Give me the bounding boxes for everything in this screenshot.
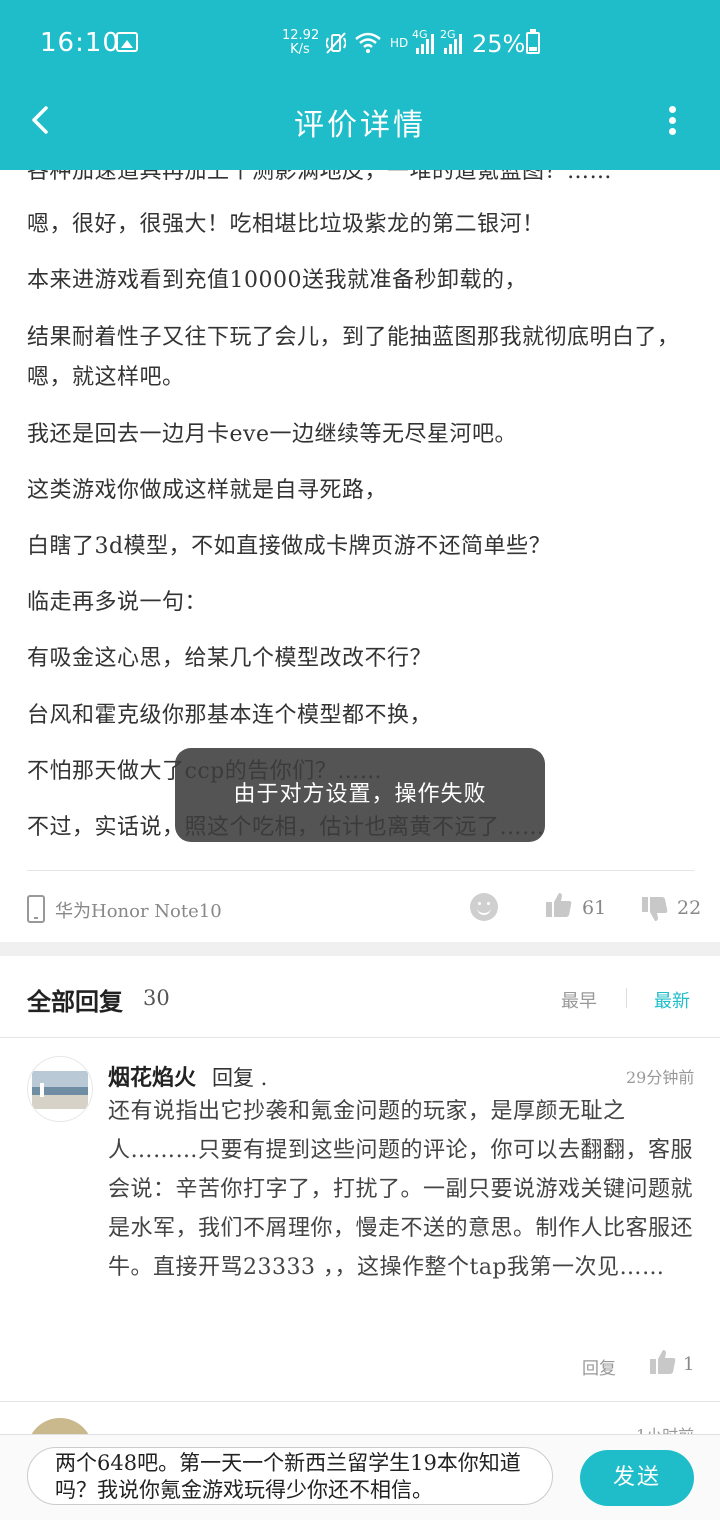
signal-1-icon xyxy=(416,34,434,54)
compose-bar: 两个648吧。第一天一个新西兰留学生19本你知道吗？我说你氪金游戏玩得少你还不相… xyxy=(0,1434,720,1520)
network-rate: 12.92 K/s xyxy=(282,28,320,57)
network-rate-unit: K/s xyxy=(290,42,310,57)
reply-time: 29分钟前 xyxy=(626,1068,695,1087)
reply-button[interactable]: 回复 xyxy=(582,1354,616,1379)
battery-percent: 25% xyxy=(472,30,526,58)
wifi-icon xyxy=(355,32,381,53)
reply-content: 还有说指出它抄袭和氪金问题的玩家，是厚颜无耻之人………只要有提到这些问题的评论，… xyxy=(108,1099,694,1280)
more-menu-icon[interactable] xyxy=(654,102,690,142)
thumbs-down-icon[interactable] xyxy=(641,895,669,923)
status-bar: 16:10 12.92 K/s HD 4G 2G 25% xyxy=(0,0,720,88)
phone-icon xyxy=(27,895,45,923)
reply-author[interactable]: 烟花焰火 xyxy=(108,1060,196,1092)
vibrate-mute-icon xyxy=(326,32,346,54)
reply-like-count: 1 xyxy=(683,1354,695,1375)
clock: 16:10 xyxy=(40,28,120,58)
signal-2-icon xyxy=(444,34,462,54)
battery-icon xyxy=(526,29,540,54)
review-line: 这类游戏你做成这样就是自寻死路， xyxy=(27,478,388,503)
header: 评价详情 xyxy=(0,88,720,170)
review-line: 结果耐着性子又往下玩了会儿，到了能抽蓝图那我就彻底明白了，嗯，就这样吧。 xyxy=(27,325,680,390)
emoji-icon[interactable] xyxy=(470,893,498,921)
reply-item: 烟花焰火 回复 . 29分钟前 还有说指出它抄袭和氪金问题的玩家，是厚颜无耻之人… xyxy=(0,1040,720,1402)
dislike-count: 22 xyxy=(677,897,702,919)
section-divider xyxy=(0,942,720,956)
review-line: 临走再多说一句： xyxy=(27,590,208,615)
like-count: 61 xyxy=(582,897,607,919)
thumbs-up-icon[interactable] xyxy=(545,891,573,919)
avatar[interactable] xyxy=(27,1056,93,1122)
replies-count: 30 xyxy=(143,986,170,1010)
replies-header: 全部回复 30 最早 最新 xyxy=(0,956,720,1038)
toast-message: 由于对方设置，操作失败 xyxy=(175,748,545,842)
review-line: 我还是回去一边月卡eve一边继续等无尽星河吧。 xyxy=(27,422,517,447)
reply-input[interactable]: 两个648吧。第一天一个新西兰留学生19本你知道吗？我说你氪金游戏玩得少你还不相… xyxy=(27,1447,553,1505)
device-name: 华为Honor Note10 xyxy=(55,901,222,922)
send-button[interactable]: 发送 xyxy=(580,1450,694,1506)
replies-label: 全部回复 xyxy=(27,987,123,1016)
sort-newest-tab[interactable]: 最新 xyxy=(654,987,690,1013)
review-footer: 华为Honor Note10 61 22 xyxy=(27,870,701,944)
network-rate-value: 12.92 xyxy=(282,28,320,43)
hd-label: HD xyxy=(390,36,409,50)
review-line: 本来进游戏看到充值10000送我就准备秒卸载的， xyxy=(27,268,527,293)
sort-separator xyxy=(626,988,627,1008)
sort-oldest-tab[interactable]: 最早 xyxy=(561,987,597,1013)
review-line: 白瞎了3d模型，不如直接做成卡牌页游不还简单些？ xyxy=(27,534,552,559)
review-line: 嗯，很好，很强大！吃相堪比垃圾紫龙的第二银河！ xyxy=(27,212,545,237)
review-line: 有吸金这心思，给某几个模型改改不行？ xyxy=(27,646,433,671)
image-notification-icon xyxy=(116,32,138,52)
reply-target: 回复 . xyxy=(212,1066,268,1090)
thumbs-up-icon[interactable] xyxy=(649,1348,677,1376)
review-line: 台风和霍克级你那基本连个模型都不换， xyxy=(27,703,433,728)
top-bar: 16:10 12.92 K/s HD 4G 2G 25% 评价详情 xyxy=(0,0,720,170)
page-title: 评价详情 xyxy=(294,108,426,143)
